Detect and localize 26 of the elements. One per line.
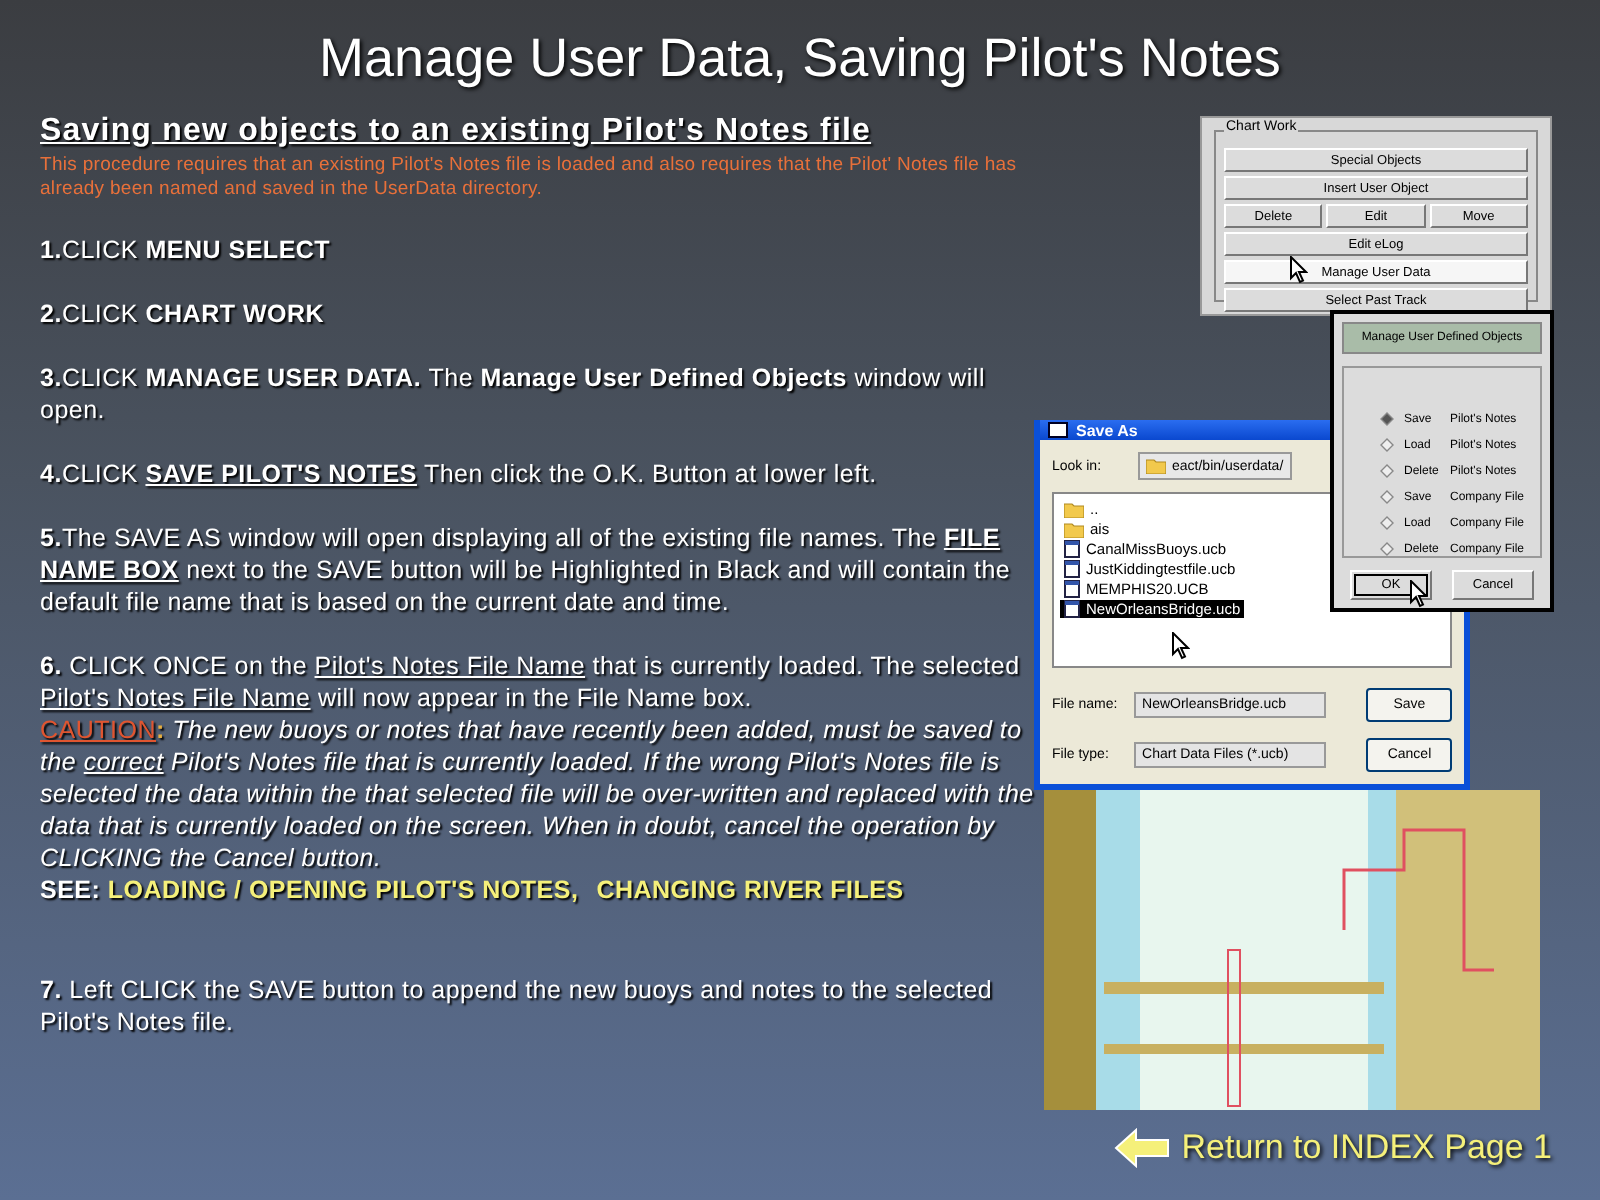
step-text: 6. CLICK ONCE on the Pilot's Notes File Name that is currently loaded. The selected Pilot's Notes File Name will now appear in the File Name box. bbox=[40, 650, 1022, 714]
instruction-text: CAUTION: The new buoys or notes that have recently been added, must be saved to the correct Pilot's Notes file that is currently loaded. If the wrong Pilot's Notes file is selected the data within the that selected file will be over-written and replaced with the data that is currently loaded on the screen. When in doubt, cancel the operation by CLICKING the Cancel button. bbox=[40, 714, 1036, 874]
radio-button[interactable] bbox=[1380, 542, 1394, 556]
step-text: 4.CLICK SAVE PILOT'S NOTES Then click the O.K. Button at lower left. bbox=[40, 458, 879, 490]
instruction-text: SEE: LOADING / OPENING PILOT'S NOTES, CHANGING RIVER FILES bbox=[40, 874, 906, 906]
radio-button[interactable] bbox=[1380, 490, 1394, 504]
window-icon bbox=[1048, 422, 1068, 438]
radio-button[interactable] bbox=[1380, 516, 1394, 530]
window-title-text: Save As bbox=[1076, 421, 1138, 439]
left-arrow-icon bbox=[1113, 1128, 1170, 1168]
step-text: 7. Left CLICK the SAVE button to append the new buoys and notes to the selected Pilot's Notes file. bbox=[40, 974, 995, 1038]
radio-button[interactable] bbox=[1380, 412, 1394, 426]
topic-link[interactable]: LOADING / OPENING PILOT'S NOTES, bbox=[107, 876, 579, 904]
radio-button[interactable] bbox=[1380, 464, 1394, 478]
step-text: 3.CLICK MANAGE USER DATA. The Manage User Defined Objects window will open. bbox=[40, 362, 987, 426]
mouse-pointer-icon bbox=[1172, 632, 1190, 660]
mouse-pointer-icon bbox=[1290, 256, 1308, 284]
procedure-note: This procedure requires that an existing Pilot's Notes file is loaded and also requires that the Pilot' Notes file has already been named and saved in the UserData directory. bbox=[40, 154, 1019, 202]
topic-link[interactable]: CHANGING RIVER FILES bbox=[596, 876, 904, 904]
return-link[interactable]: Return to INDEX Page 1 bbox=[1113, 1128, 1552, 1168]
section-heading: Saving new objects to an existing Pilot's Notes file bbox=[40, 114, 874, 150]
step-text: 2.CLICK CHART WORK bbox=[40, 298, 327, 330]
folder-icon bbox=[1146, 458, 1166, 474]
step-text: 1.CLICK MENU SELECT bbox=[40, 234, 333, 266]
slide-title: Manage User Data, Saving Pilot's Notes bbox=[317, 28, 1283, 90]
step-text: 5.The SAVE AS window will open displaying all of the existing file names. The FILE NAME BOX next to the SAVE button will be Highlighted in Black and will contain the default file name that is based on the current date and time. bbox=[40, 522, 1013, 618]
